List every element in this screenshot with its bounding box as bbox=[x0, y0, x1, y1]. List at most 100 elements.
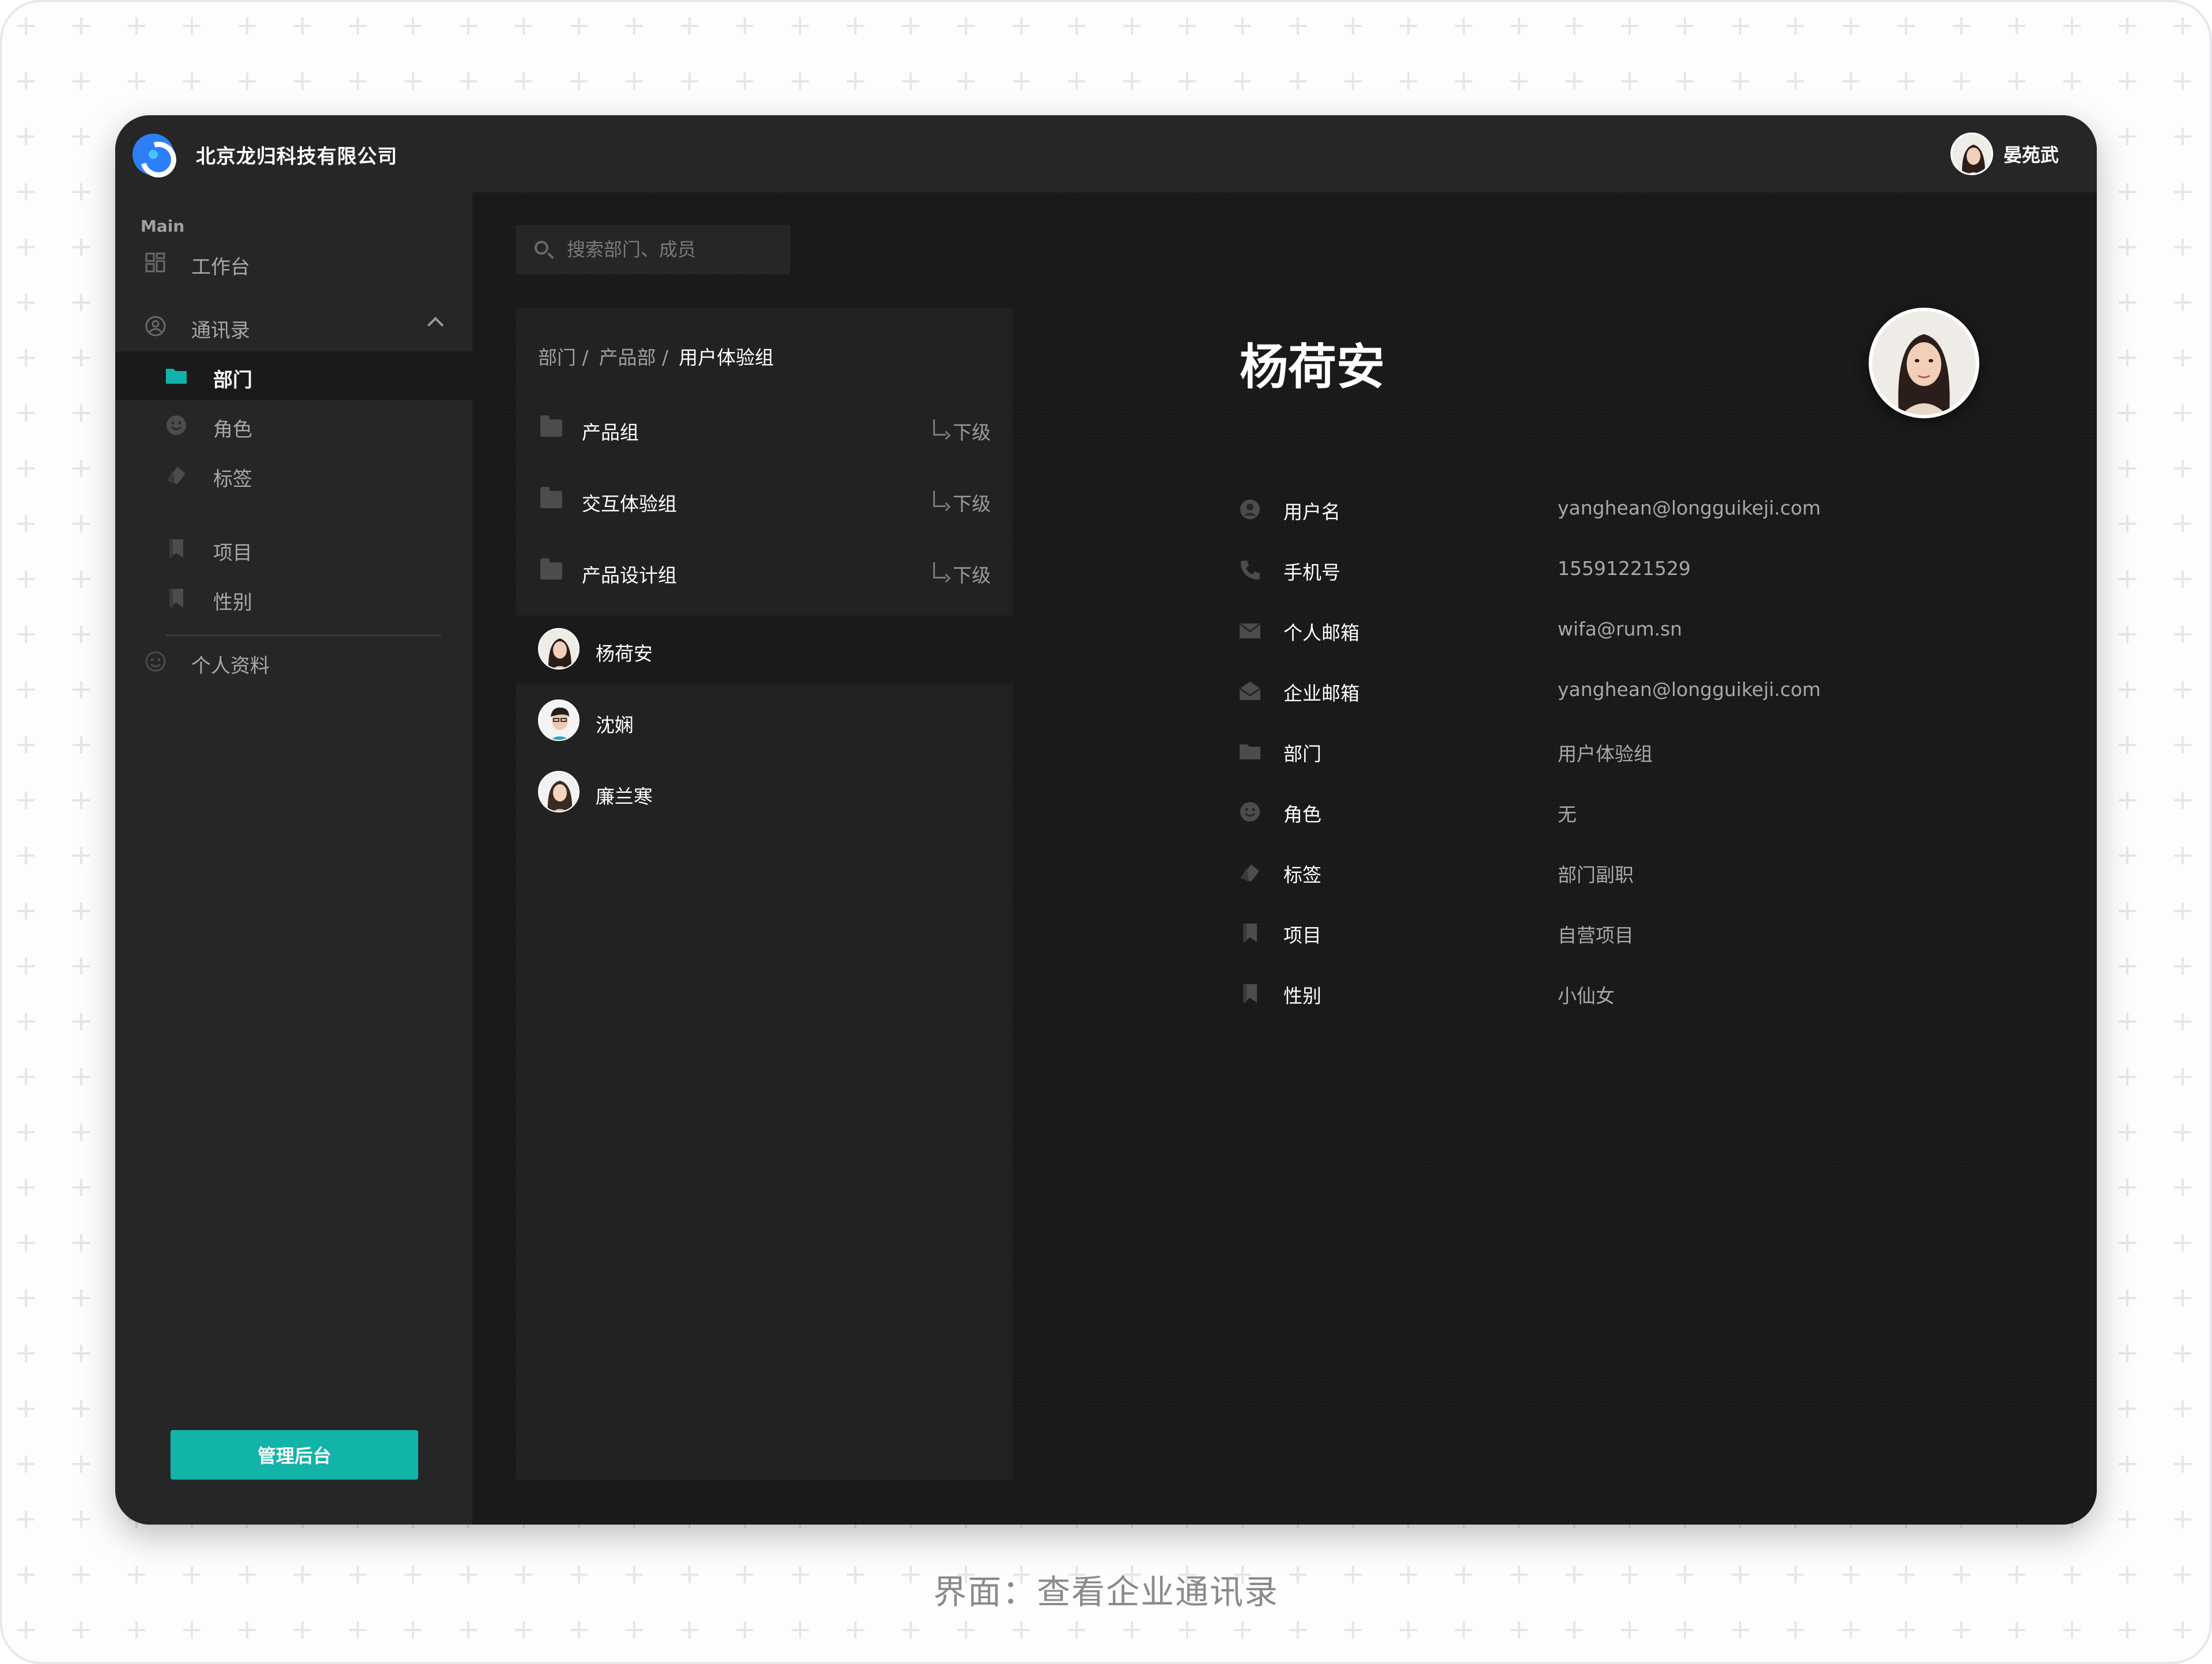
admin-console-button[interactable]: 管理后台 bbox=[171, 1430, 418, 1480]
field-key: 手机号 bbox=[1283, 561, 1340, 584]
plus-pattern-icon bbox=[1676, 17, 1694, 35]
plus-pattern-icon bbox=[1068, 1621, 1085, 1639]
plus-pattern-icon bbox=[460, 73, 477, 90]
folder-row[interactable]: 交互体验组 下级 bbox=[516, 466, 1013, 534]
user-name[interactable]: 晏苑武 bbox=[2003, 141, 2059, 167]
plus-pattern-icon bbox=[73, 1013, 90, 1030]
breadcrumb: 部门 / 产品部 / 用户体验组 bbox=[538, 342, 774, 370]
folder-row[interactable]: 产品设计组 下级 bbox=[516, 537, 1013, 605]
plus-pattern-icon bbox=[2119, 1124, 2136, 1141]
chevron-up-icon[interactable] bbox=[427, 316, 444, 334]
company-logo-icon[interactable] bbox=[132, 134, 174, 175]
sidebar-item-workbench[interactable]: 工作台 bbox=[115, 239, 472, 287]
plus-pattern-icon bbox=[73, 1124, 90, 1141]
plus-pattern-icon bbox=[2119, 1013, 2136, 1030]
user-avatar[interactable] bbox=[1950, 133, 1993, 175]
sidebar-item-contacts[interactable]: 通讯录 bbox=[115, 302, 472, 350]
sub-level-link[interactable]: 下级 bbox=[953, 560, 991, 588]
plus-pattern-icon bbox=[2174, 239, 2191, 256]
plus-pattern-icon bbox=[1787, 1621, 1804, 1639]
folder-row[interactable]: 产品组 下级 bbox=[516, 394, 1013, 462]
plus-pattern-icon bbox=[1179, 73, 1196, 90]
field-work-email: 企业邮箱 yanghean@longguikeji.com bbox=[1238, 674, 1987, 708]
member-row[interactable]: 杨荷安 bbox=[516, 615, 1013, 683]
member-row[interactable]: 沈娴 bbox=[516, 687, 1013, 755]
plus-pattern-icon bbox=[73, 847, 90, 864]
plus-pattern-icon bbox=[2174, 570, 2191, 588]
plus-pattern-icon bbox=[17, 1179, 35, 1196]
plus-pattern-icon bbox=[17, 460, 35, 477]
sidebar-item-department[interactable]: 部门 bbox=[115, 351, 472, 400]
field-key: 角色 bbox=[1283, 803, 1321, 826]
sidebar-item-project[interactable]: 项目 bbox=[115, 524, 472, 573]
top-bar: 北京龙归科技有限公司 晏苑武 bbox=[115, 115, 2097, 192]
folder-name: 产品组 bbox=[582, 421, 639, 444]
plus-pattern-icon bbox=[17, 515, 35, 532]
sub-level-link[interactable]: 下级 bbox=[953, 489, 991, 516]
plus-pattern-icon bbox=[957, 73, 975, 90]
contact-name: 杨荷安 bbox=[1240, 339, 1385, 395]
member-row[interactable]: 廉兰寒 bbox=[516, 758, 1013, 826]
plus-pattern-icon bbox=[2174, 404, 2191, 422]
plus-pattern-icon bbox=[1455, 17, 1472, 35]
plus-pattern-icon bbox=[17, 736, 35, 754]
sidebar-item-tag[interactable]: 标签 bbox=[115, 451, 472, 499]
plus-pattern-icon bbox=[73, 515, 90, 532]
plus-pattern-icon bbox=[73, 1234, 90, 1251]
folder-icon bbox=[540, 558, 562, 580]
breadcrumb-item[interactable]: 产品部 / bbox=[599, 342, 669, 370]
plus-pattern-icon bbox=[1510, 1621, 1528, 1639]
plus-pattern-icon bbox=[73, 1345, 90, 1362]
plus-pattern-icon bbox=[17, 1511, 35, 1528]
plus-pattern-icon bbox=[1732, 73, 1749, 90]
search-input[interactable] bbox=[567, 235, 780, 264]
plus-pattern-icon bbox=[2119, 128, 2136, 145]
phone-icon bbox=[1241, 561, 1260, 580]
field-value: 无 bbox=[1558, 803, 1577, 826]
plus-pattern-icon bbox=[238, 73, 256, 90]
plus-pattern-icon bbox=[2119, 1621, 2136, 1639]
plus-pattern-icon bbox=[2119, 183, 2136, 201]
plus-pattern-icon bbox=[2119, 1511, 2136, 1528]
plus-pattern-icon bbox=[626, 1621, 643, 1639]
plus-pattern-icon bbox=[736, 1621, 753, 1639]
plus-pattern-icon bbox=[17, 1124, 35, 1141]
profile-icon bbox=[145, 651, 166, 672]
field-username: 用户名 yanghean@longguikeji.com bbox=[1238, 492, 1987, 527]
plus-pattern-icon bbox=[73, 1400, 90, 1417]
sidebar-item-profile[interactable]: 个人资料 bbox=[115, 637, 472, 686]
sidebar-item-label: 标签 bbox=[213, 468, 252, 491]
sidebar-item-label: 部门 bbox=[213, 369, 252, 392]
plus-pattern-icon bbox=[2119, 349, 2136, 366]
plus-pattern-icon bbox=[681, 1621, 698, 1639]
plus-pattern-icon bbox=[2174, 902, 2191, 920]
plus-pattern-icon bbox=[2119, 239, 2136, 256]
plus-pattern-icon bbox=[73, 294, 90, 311]
field-gender: 性别 小仙女 bbox=[1238, 976, 1987, 1011]
avatar bbox=[538, 771, 579, 812]
main-content: 部门 / 产品部 / 用户体验组 产品组 下级 交互体验组 下级 产品设计组 bbox=[472, 192, 2097, 1525]
field-key: 用户名 bbox=[1283, 501, 1340, 523]
plus-pattern-icon bbox=[1621, 73, 1638, 90]
breadcrumb-item[interactable]: 部门 / bbox=[538, 342, 589, 370]
plus-pattern-icon bbox=[2119, 681, 2136, 698]
sub-level-link[interactable]: 下级 bbox=[953, 417, 991, 445]
plus-pattern-icon bbox=[2174, 460, 2191, 477]
plus-pattern-icon bbox=[17, 239, 35, 256]
department-tree-panel: 部门 / 产品部 / 用户体验组 产品组 下级 交互体验组 下级 产品设计组 下… bbox=[516, 308, 1013, 1480]
avatar-man-icon bbox=[539, 701, 578, 740]
plus-pattern-icon bbox=[515, 73, 532, 90]
plus-pattern-icon bbox=[1897, 73, 1915, 90]
plus-pattern-icon bbox=[73, 239, 90, 256]
plus-pattern-icon bbox=[570, 17, 588, 35]
search-box[interactable] bbox=[516, 225, 790, 274]
plus-pattern-icon bbox=[736, 73, 753, 90]
field-department: 部门 用户体验组 bbox=[1238, 734, 1987, 769]
plus-pattern-icon bbox=[1566, 17, 1583, 35]
plus-pattern-icon bbox=[1344, 17, 1362, 35]
sidebar-item-gender[interactable]: 性别 bbox=[115, 574, 472, 622]
plus-pattern-icon bbox=[183, 73, 200, 90]
plus-pattern-icon bbox=[2174, 792, 2191, 809]
field-project: 项目 自营项目 bbox=[1238, 916, 1987, 950]
sidebar-item-role[interactable]: 角色 bbox=[115, 401, 472, 449]
